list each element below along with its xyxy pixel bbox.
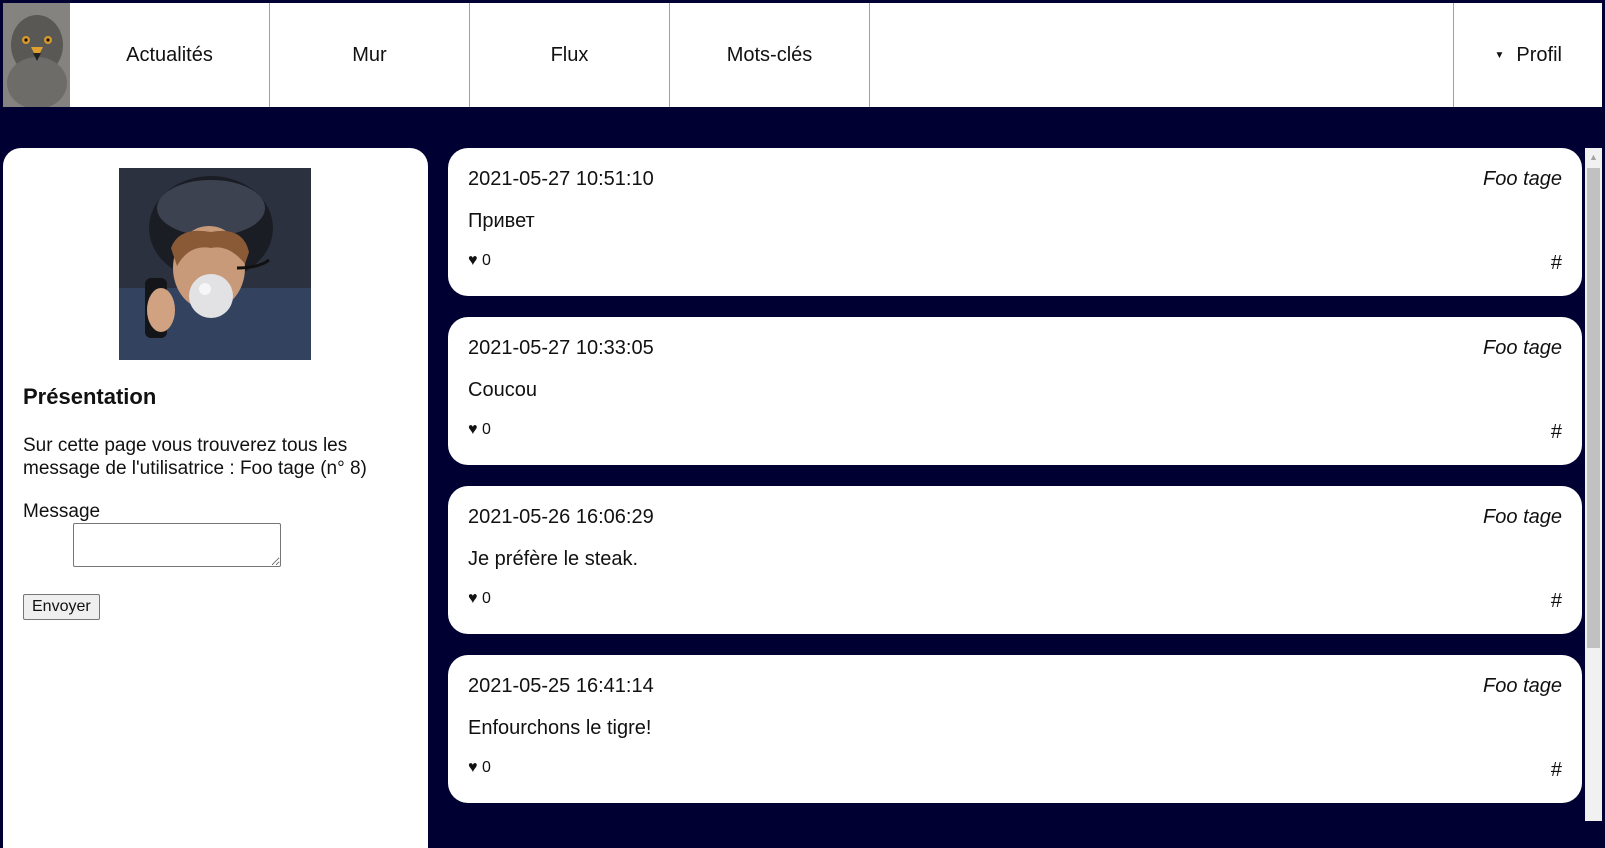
post-date: 2021-05-27 10:51:10: [468, 168, 654, 190]
site-logo-icon[interactable]: [3, 3, 70, 107]
like-button[interactable]: ♥ 0: [468, 759, 491, 777]
profile-label: Profil: [1516, 43, 1562, 66]
post-date: 2021-05-25 16:41:14: [468, 675, 654, 697]
nav-item-mur[interactable]: Mur: [270, 3, 470, 107]
post-card: 2021-05-25 16:41:14 Foo tage Enfourchons…: [448, 655, 1582, 803]
post-text: Coucou: [468, 379, 537, 401]
nav-item-mots-cles[interactable]: Mots-clés: [670, 3, 870, 107]
send-button[interactable]: Envoyer: [23, 594, 100, 620]
post-card: 2021-05-26 16:06:29 Foo tage Je préfère …: [448, 486, 1582, 634]
post-author-link[interactable]: Foo tage: [1483, 337, 1562, 360]
post-tags-link[interactable]: #: [1551, 759, 1562, 782]
presentation-text: Sur cette page vous trouverez tous les m…: [23, 435, 367, 479]
like-button[interactable]: ♥ 0: [468, 421, 491, 439]
scroll-thumb[interactable]: [1587, 168, 1600, 648]
post-tags-link[interactable]: #: [1551, 590, 1562, 613]
post-date: 2021-05-26 16:06:29: [468, 506, 654, 528]
like-button[interactable]: ♥ 0: [468, 590, 491, 608]
profile-photo: [119, 168, 311, 360]
post-author-link[interactable]: Foo tage: [1483, 168, 1562, 191]
post-author-link[interactable]: Foo tage: [1483, 675, 1562, 698]
message-field[interactable]: [73, 523, 281, 567]
nav-item-flux[interactable]: Flux: [470, 3, 670, 107]
post-text: Enfourchons le tigre!: [468, 717, 652, 739]
post-date: 2021-05-27 10:33:05: [468, 337, 654, 359]
presentation-title: Présentation: [23, 384, 157, 409]
post-text: Привет: [468, 210, 535, 232]
scroll-up-arrow-icon[interactable]: ▲: [1585, 148, 1602, 165]
message-label: Message: [23, 501, 101, 522]
posts-feed: 2021-05-27 10:51:10 Foo tage Привет ♥ 0 …: [448, 148, 1582, 824]
scrollbar[interactable]: ▲: [1585, 148, 1602, 821]
caret-down-icon: ▼: [1494, 49, 1505, 61]
post-tags-link[interactable]: #: [1551, 421, 1562, 444]
post-tags-link[interactable]: #: [1551, 252, 1562, 275]
post-card: 2021-05-27 10:51:10 Foo tage Привет ♥ 0 …: [448, 148, 1582, 296]
like-button[interactable]: ♥ 0: [468, 252, 491, 270]
nav-item-actualites[interactable]: Actualités: [70, 3, 270, 107]
post-card: 2021-05-27 10:33:05 Foo tage Coucou ♥ 0 …: [448, 317, 1582, 465]
profile-sidebar: Présentation Sur cette page vous trouver…: [3, 148, 428, 848]
nav-spacer: [870, 3, 1454, 107]
post-text: Je préfère le steak.: [468, 548, 639, 570]
post-author-link[interactable]: Foo tage: [1483, 506, 1562, 529]
top-navigation-bar: Actualités Mur Flux Mots-clés ▼ Profil: [3, 3, 1602, 107]
profile-menu[interactable]: ▼ Profil: [1454, 3, 1602, 107]
